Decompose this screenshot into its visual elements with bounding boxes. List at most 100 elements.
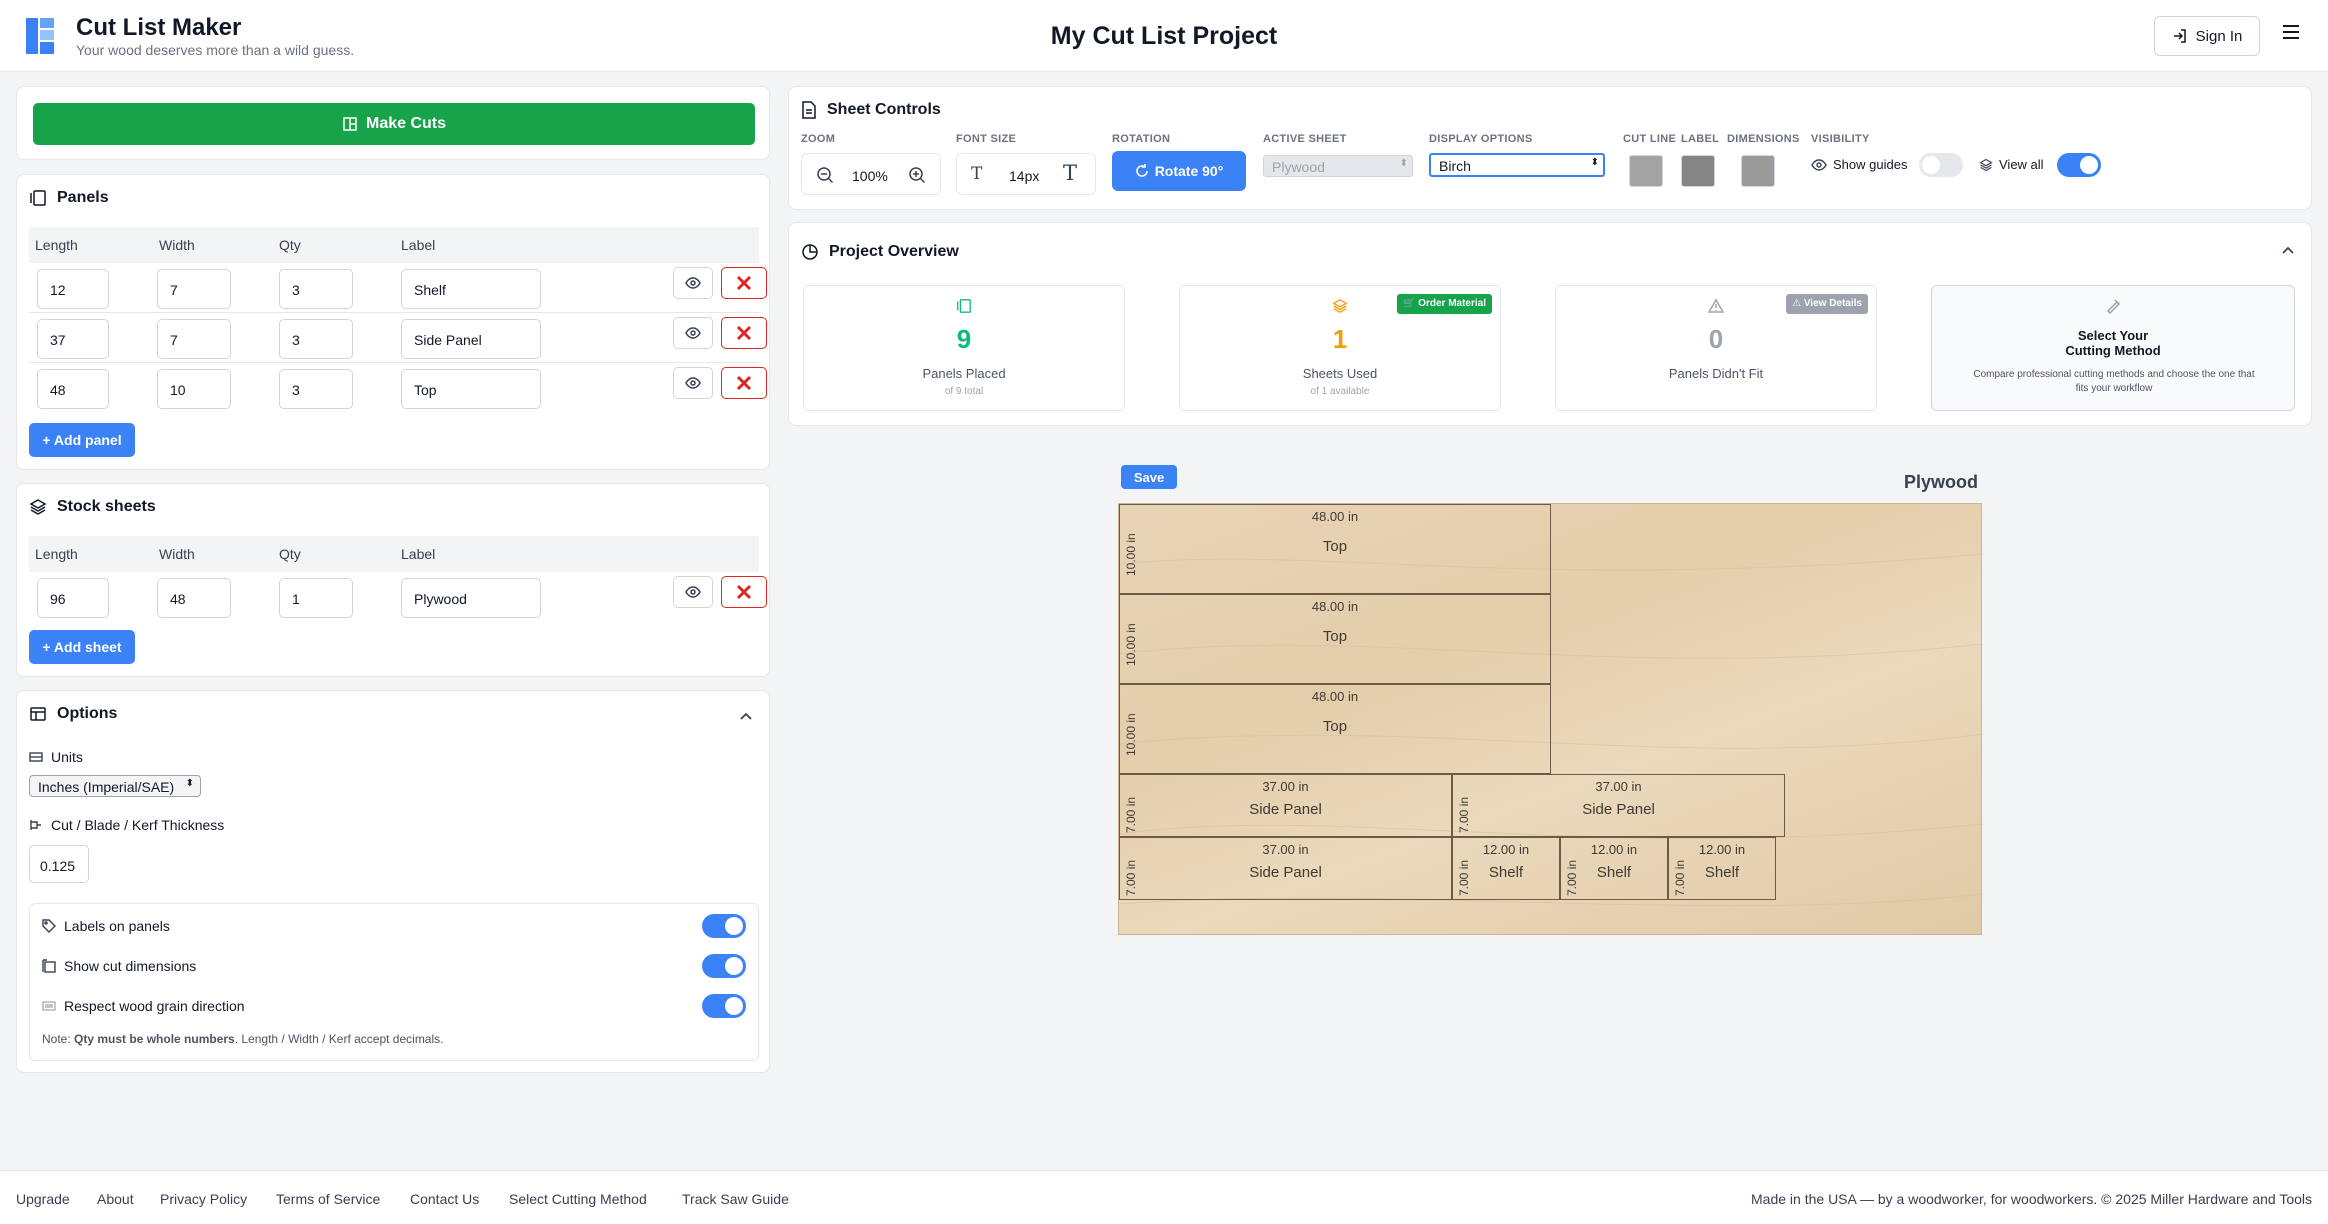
panel-length-input[interactable]: 12: [37, 269, 109, 309]
delete-icon[interactable]: [721, 267, 767, 299]
view-details-label: View Details: [1803, 298, 1862, 309]
cut-piece-side-panel[interactable]: 37.00 in Side Panel 7.00 in: [1119, 837, 1452, 900]
view-all-toggle[interactable]: [2057, 153, 2101, 177]
piece-height-dimension: 10.00 in: [1124, 713, 1138, 756]
rotate-button[interactable]: Rotate 90°: [1112, 151, 1246, 191]
stock-table-header: Length Width Qty Label: [29, 536, 759, 572]
kerf-label-text: Cut / Blade / Kerf Thickness: [51, 817, 225, 833]
panel-qty-input[interactable]: 3: [279, 319, 353, 359]
cut-piece-shelf[interactable]: 12.00 in Shelf 7.00 in: [1560, 837, 1668, 900]
show-guides-label: Show guides: [1811, 157, 1907, 172]
sheet-canvas[interactable]: 48.00 in Top 10.00 in 48.00 in Top 10.00 in 48…: [1118, 503, 1983, 935]
display-options-label: DISPLAY OPTIONS: [1429, 133, 1533, 145]
add-sheet-button[interactable]: + Add sheet: [29, 630, 135, 664]
footer-link-terms[interactable]: Terms of Service: [276, 1191, 380, 1207]
sheet-name: Plywood: [1903, 472, 1978, 492]
ruler-icon: [29, 752, 43, 762]
eye-icon[interactable]: [673, 267, 713, 299]
dimensions-color-swatch[interactable]: [1741, 155, 1775, 187]
sign-in-button[interactable]: Sign In: [2154, 16, 2260, 56]
footer-link-track-saw[interactable]: Track Saw Guide: [682, 1191, 789, 1207]
eye-icon[interactable]: [673, 367, 713, 399]
panel-length-input[interactable]: 37: [37, 319, 109, 359]
panels-placed-label: Panels Placed: [922, 366, 1006, 381]
dimensions-icon: [42, 959, 56, 973]
project-overview-card: Project Overview 9 Panels Placed of 9 to…: [788, 222, 2312, 426]
panels-placed-sub: of 9 total: [944, 386, 984, 397]
make-cuts-button[interactable]: Make Cuts: [33, 103, 755, 145]
app-tagline: Your wood deserves more than a wild gues…: [76, 42, 355, 58]
cut-line-color-swatch[interactable]: [1629, 155, 1663, 187]
panels-placed-stat: 9 Panels Placed of 9 total: [803, 285, 1125, 411]
eye-icon[interactable]: [673, 576, 713, 608]
chevron-up-icon[interactable]: [2281, 245, 2295, 255]
delete-icon[interactable]: [721, 317, 767, 349]
eye-icon[interactable]: [673, 317, 713, 349]
view-details-button[interactable]: ⚠ View Details: [1786, 294, 1868, 314]
options-note: Note: Qty must be whole numbers. Length …: [42, 1032, 443, 1046]
col-label: Label: [401, 237, 436, 253]
panel-width-input[interactable]: 7: [157, 269, 231, 309]
layers-icon: [1332, 299, 1348, 313]
delete-icon[interactable]: [721, 576, 767, 608]
cut-piece-shelf[interactable]: 12.00 in Shelf 7.00 in: [1452, 837, 1560, 900]
footer-link-about[interactable]: About: [97, 1191, 134, 1207]
chevron-up-icon[interactable]: [739, 711, 753, 721]
panel-qty-input[interactable]: 3: [279, 369, 353, 409]
piece-width-dimension: 48.00 in: [1311, 689, 1359, 704]
pie-chart-icon: [802, 244, 818, 260]
font-decrease-icon[interactable]: T: [971, 164, 982, 184]
panel-length-input[interactable]: 48: [37, 369, 109, 409]
panel-width-input[interactable]: 7: [157, 319, 231, 359]
panel-width-input[interactable]: 10: [157, 369, 231, 409]
save-button[interactable]: Save: [1121, 465, 1177, 489]
footer-link-cutting-method[interactable]: Select Cutting Method: [509, 1191, 647, 1207]
panel-label-input[interactable]: Shelf: [401, 269, 541, 309]
sign-in-icon: [2173, 29, 2186, 43]
label-color-swatch[interactable]: [1681, 155, 1715, 187]
labels-on-panels-toggle[interactable]: [702, 914, 746, 938]
cut-piece-shelf[interactable]: 12.00 in Shelf 7.00 in: [1668, 837, 1776, 900]
document-icon: [802, 101, 816, 119]
footer-link-upgrade[interactable]: Upgrade: [16, 1191, 70, 1207]
panels-icon: [957, 299, 971, 313]
piece-label: Top: [1322, 628, 1348, 645]
cut-piece-top[interactable]: 48.00 in Top 10.00 in: [1119, 504, 1551, 594]
cut-piece-top[interactable]: 48.00 in Top 10.00 in: [1119, 594, 1551, 684]
panel-label-input[interactable]: Side Panel: [401, 319, 541, 359]
units-label: Units: [29, 749, 83, 765]
delete-icon[interactable]: [721, 367, 767, 399]
select-cutting-method-card[interactable]: Select Your Cutting Method Compare profe…: [1931, 285, 2295, 411]
panel-qty-input[interactable]: 3: [279, 269, 353, 309]
display-options-select[interactable]: Birch ⬍: [1429, 153, 1605, 177]
options-title: Options: [29, 705, 117, 723]
panel-label-input[interactable]: Top: [401, 369, 541, 409]
stock-width-input[interactable]: 48: [157, 578, 231, 618]
add-panel-button[interactable]: + Add panel: [29, 423, 135, 457]
piece-height-dimension: 7.00 in: [1673, 859, 1687, 896]
method-desc: Compare professional cutting methods and…: [1973, 369, 2255, 394]
labels-on-panels-text: Labels on panels: [64, 918, 170, 934]
cut-piece-side-panel[interactable]: 37.00 in Side Panel 7.00 in: [1119, 774, 1452, 837]
piece-width-dimension: 37.00 in: [1262, 842, 1309, 857]
note-rest: . Length / Width / Kerf accept decimals.: [234, 1032, 444, 1046]
font-increase-icon[interactable]: T: [1063, 161, 1077, 185]
footer-link-contact[interactable]: Contact Us: [410, 1191, 479, 1207]
order-material-button[interactable]: 🛒 Order Material: [1396, 294, 1492, 314]
stock-qty-input[interactable]: 1: [279, 578, 353, 618]
active-sheet-select[interactable]: Plywood ⬍: [1263, 155, 1413, 177]
grain-direction-toggle[interactable]: [702, 994, 746, 1018]
units-select[interactable]: Inches (Imperial/SAE) ⬍: [29, 775, 201, 797]
zoom-in-icon[interactable]: [908, 166, 926, 184]
stock-label-input[interactable]: Plywood: [401, 578, 541, 618]
piece-width-dimension: 37.00 in: [1262, 779, 1309, 794]
footer-link-privacy[interactable]: Privacy Policy: [160, 1191, 247, 1207]
hamburger-menu-icon[interactable]: [2282, 24, 2302, 46]
zoom-out-icon[interactable]: [816, 166, 834, 184]
cut-piece-side-panel[interactable]: 37.00 in Side Panel 7.00 in: [1452, 774, 1785, 837]
cut-piece-top[interactable]: 48.00 in Top 10.00 in: [1119, 684, 1551, 774]
stock-length-input[interactable]: 96: [37, 578, 109, 618]
show-cut-dimensions-toggle[interactable]: [702, 954, 746, 978]
kerf-input[interactable]: 0.125: [29, 845, 89, 883]
show-guides-toggle[interactable]: [1919, 153, 1963, 177]
